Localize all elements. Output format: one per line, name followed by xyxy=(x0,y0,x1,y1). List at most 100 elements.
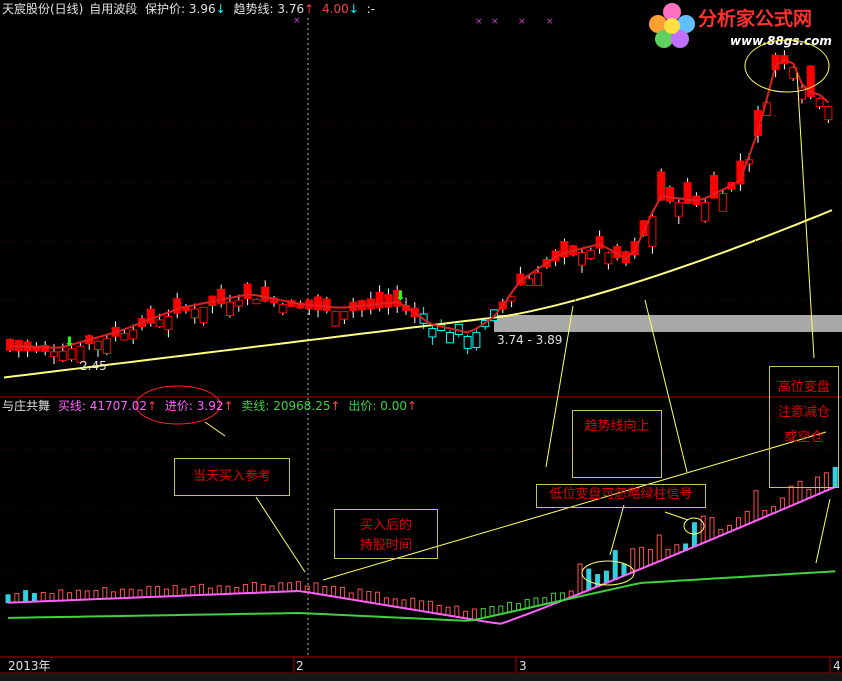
indicator-bar xyxy=(489,606,495,617)
indicator-bar xyxy=(691,522,697,548)
note-low-change: 低位变盘可忽略绿柱信号 xyxy=(536,484,706,508)
candle-body xyxy=(578,252,586,266)
x-mark-icon: × xyxy=(518,17,526,27)
indicator-bar xyxy=(612,550,618,580)
indicator-bar xyxy=(155,586,161,598)
indicator-bar xyxy=(84,590,90,601)
buy-arrow-icon: ⬇ xyxy=(395,289,406,304)
x-mark-icon: × xyxy=(546,17,554,27)
indicator-bar xyxy=(586,568,592,591)
indicator-bar xyxy=(788,485,794,507)
bottom-tab-strip[interactable] xyxy=(0,673,842,681)
indicator-bar xyxy=(295,581,301,592)
indicator-bar xyxy=(190,586,196,596)
indicator-bar xyxy=(744,510,750,525)
candle-body xyxy=(331,311,340,327)
sell-value: 20968.25 xyxy=(273,399,331,413)
candle-body xyxy=(278,304,287,314)
candle-body xyxy=(604,252,613,265)
indicator-bar xyxy=(23,590,29,603)
indicator-bar xyxy=(251,581,257,594)
indicator-bar xyxy=(427,600,433,614)
candle-body xyxy=(314,296,322,311)
indicator-bar xyxy=(58,589,64,602)
indicator-bar xyxy=(49,592,55,602)
annotation-arrows xyxy=(204,39,831,586)
indicator-bar xyxy=(577,563,583,595)
axis-month-4: 4 xyxy=(833,659,841,673)
indicator-bar xyxy=(339,586,345,599)
candle-body xyxy=(252,298,261,305)
note-text: 趋势线向上 xyxy=(584,419,650,434)
exit-value: 0.00 xyxy=(380,399,407,413)
candle-body xyxy=(322,298,331,312)
indicator-bar xyxy=(436,604,442,615)
indicator-bar xyxy=(128,588,134,599)
note-text: 持股时间 xyxy=(359,538,412,553)
indicator-bar xyxy=(163,588,169,597)
indicator-bar xyxy=(313,582,319,595)
indicator-bar xyxy=(366,591,372,603)
candle-body xyxy=(243,283,252,299)
indicator-bar xyxy=(278,582,284,593)
up-arrow-icon: ↑ xyxy=(330,399,341,413)
indicator-bar xyxy=(322,586,328,596)
axis-year-label: 2013年 xyxy=(8,659,51,673)
indicator-bar xyxy=(146,585,152,598)
indicator-bar xyxy=(357,588,363,602)
indicator-bar xyxy=(603,570,609,584)
sell-line xyxy=(7,570,836,622)
indicator-bar xyxy=(621,563,627,577)
candle-body xyxy=(120,332,129,341)
indicator-bar xyxy=(260,584,266,593)
x-mark-icon: × xyxy=(293,16,301,26)
indicator-bar xyxy=(199,583,205,596)
candle-body xyxy=(129,329,138,340)
indicator-bar xyxy=(445,606,451,616)
indicator-bar xyxy=(401,599,407,609)
candle-body xyxy=(534,272,542,287)
indicator-bar xyxy=(40,591,46,602)
note-text: 买入后的 xyxy=(359,518,412,533)
candle-body xyxy=(58,350,67,362)
note-trend-up: 趋势线向上 xyxy=(572,410,662,478)
indicator-bar xyxy=(67,592,73,601)
indicator-bar xyxy=(480,608,486,619)
candle-body xyxy=(446,332,454,344)
indicator-bar xyxy=(243,583,249,594)
candle-body xyxy=(226,301,234,317)
candle-body xyxy=(67,348,76,360)
up-arrow-icon: ↑ xyxy=(223,399,234,413)
note-text: 高位变盘 xyxy=(777,380,830,395)
candle-body xyxy=(50,351,58,357)
up-arrow-icon: ↑ xyxy=(406,399,418,413)
indicator-bar xyxy=(31,592,37,603)
sub-indicator-name: 与庄共舞 xyxy=(2,399,51,413)
indicator-bar xyxy=(753,490,759,522)
indicator-bar xyxy=(639,546,645,570)
ma-yellow-line xyxy=(3,209,833,379)
candle-body xyxy=(384,294,393,308)
indicator-bar xyxy=(331,585,337,598)
indicator-bar xyxy=(551,592,557,603)
candle-body xyxy=(824,106,833,121)
indicator-bar xyxy=(14,593,20,603)
candle-body xyxy=(428,328,437,338)
candle-body xyxy=(261,286,270,302)
note-text: 或空仓 xyxy=(784,430,824,445)
candle-body xyxy=(94,340,102,350)
exit-label: 出价: xyxy=(348,399,377,413)
indicator-bar xyxy=(656,534,662,562)
buy-value: 41707.02 xyxy=(89,399,147,413)
axis-month-2: 2 xyxy=(296,659,304,673)
sub-header: 与庄共舞 买线: 41707.02↑ 进价: 3.92↑ 卖线: 20968.2… xyxy=(2,399,417,413)
candle-body xyxy=(102,338,111,354)
candle-body xyxy=(718,193,727,212)
note-buy-reference: 当天买入参考 xyxy=(174,458,290,496)
indicator-bar xyxy=(375,591,381,605)
indicator-bar xyxy=(5,594,11,604)
indicator-bar xyxy=(102,587,108,600)
candle-body xyxy=(463,335,472,349)
candle-body xyxy=(164,315,173,331)
indicator-bar xyxy=(137,589,143,598)
